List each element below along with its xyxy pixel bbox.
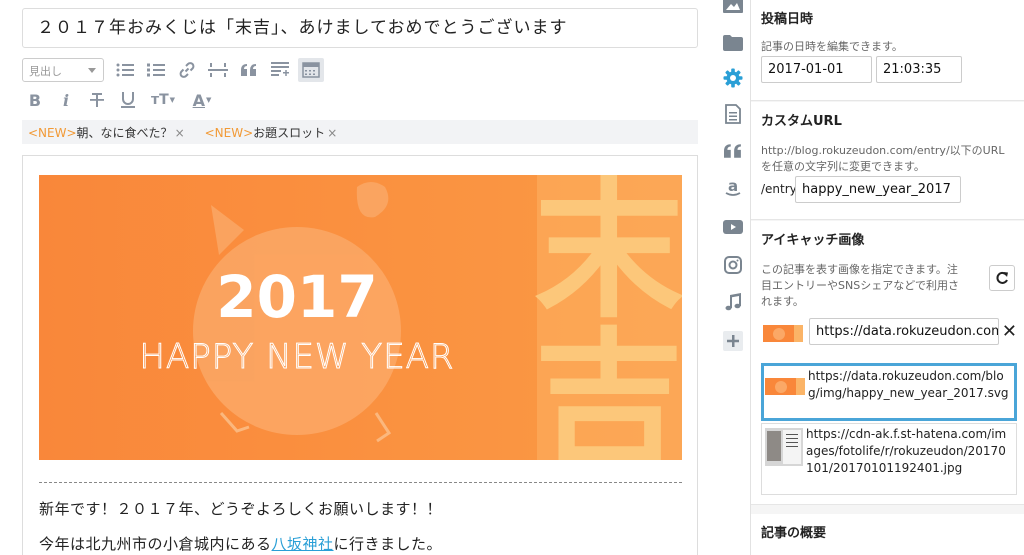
tag-label: 朝、なに食べた？	[76, 125, 173, 140]
refresh-icon	[996, 271, 1008, 284]
toolbar-row-2: B i тT ▼ A ▼	[22, 87, 224, 113]
page-break-icon[interactable]	[205, 58, 231, 82]
eyecatch-thumbnail	[763, 325, 803, 342]
italic-label: i	[62, 90, 70, 110]
eyecatch-section: アイキャッチ画像 この記事を表す画像を指定できます。注目エントリーやSNSシェア…	[751, 221, 1024, 505]
gear-icon[interactable]	[722, 67, 744, 89]
font-color-button[interactable]: A ▼	[185, 88, 219, 112]
candidate-url: https://data.rokuzeudon.com/blog/img/hap…	[808, 369, 1009, 400]
eyecatch-candidate[interactable]: https://data.rokuzeudon.com/blog/img/hap…	[761, 363, 1017, 421]
candidate-thumbnail	[765, 428, 803, 466]
tool-rail: a	[716, 0, 750, 555]
tag-new-badge: <NEW>	[28, 125, 77, 140]
tag-label: お題スロット	[253, 125, 326, 140]
quote-icon[interactable]	[236, 58, 262, 82]
tag-item[interactable]: <NEW>朝、なに食べた？ ×	[28, 124, 185, 141]
instagram-icon[interactable]	[722, 254, 744, 276]
bold-label: B	[28, 90, 42, 110]
numbered-list-icon[interactable]	[143, 58, 169, 82]
title-input[interactable]: ２０１７年おみくじは「末吉」、あけましておめでとうございます	[22, 8, 698, 48]
link-icon[interactable]	[174, 58, 200, 82]
toolbar-row-1: 見出し	[22, 57, 329, 83]
hero-image: 末 吉 2017 HAPPY NEW YEAR	[39, 175, 682, 460]
post-date-section: 投稿日時 記事の日時を編集できます。 2017-01-01 21:03:35	[751, 0, 1024, 101]
post-date-desc: 記事の日時を編集できます。	[761, 40, 903, 53]
summary-title: 記事の概要	[761, 526, 827, 541]
tag-remove-icon[interactable]: ×	[327, 126, 337, 140]
font-color-label: A	[192, 90, 205, 110]
svg-text:a: a	[728, 178, 738, 195]
body-text: に行きました。	[333, 535, 443, 553]
editor-pane: ２０１７年おみくじは「末吉」、あけましておめでとうございます 見出し B i т…	[0, 0, 716, 555]
hero-fortune-char-2: 吉	[534, 315, 682, 460]
document-icon[interactable]	[722, 103, 744, 125]
tag-item[interactable]: <NEW>お題スロット ×	[205, 124, 338, 141]
eyecatch-url-input[interactable]: https://data.rokuzeudon.com/b	[809, 318, 999, 345]
eyecatch-remove-icon[interactable]: ✕	[1002, 321, 1017, 342]
custom-url-input[interactable]: happy_new_year_2017	[795, 176, 961, 203]
eyecatch-desc: この記事を表す画像を指定できます。注目エントリーやSNSシェアなどで利用されます…	[761, 263, 959, 308]
body-text: 今年は北九州市の小倉城内にある	[39, 535, 272, 553]
content-area[interactable]: 末 吉 2017 HAPPY NEW YEAR 新年です！２０１７年、どうぞよろ…	[22, 155, 698, 555]
candidate-url: https://cdn-ak.f.st-hatena.com/images/fo…	[806, 427, 1007, 475]
body-paragraph-2: 今年は北九州市の小倉城内にある八坂神社に行きました。	[39, 533, 442, 554]
post-date-input[interactable]: 2017-01-01	[761, 56, 872, 83]
footnote-icon[interactable]	[267, 58, 293, 82]
hero-year: 2017	[216, 263, 377, 331]
music-icon[interactable]	[722, 291, 744, 313]
font-color-caret-icon: ▼	[206, 96, 212, 104]
quote-icon[interactable]	[722, 140, 744, 162]
summary-section: 記事の概要	[751, 514, 1024, 555]
candidate-thumbnail	[765, 378, 805, 395]
amazon-icon[interactable]: a	[722, 177, 744, 199]
bold-button[interactable]: B	[22, 88, 48, 112]
heading-select[interactable]: 見出し	[22, 58, 104, 82]
font-size-label: тT	[150, 92, 169, 108]
bullet-list-icon[interactable]	[112, 58, 138, 82]
underline-icon[interactable]	[115, 88, 141, 112]
custom-url-title: カスタムURL	[761, 114, 842, 129]
more-separator	[39, 482, 682, 483]
post-time-input[interactable]: 21:03:35	[876, 56, 962, 83]
tag-remove-icon[interactable]: ×	[175, 126, 185, 140]
hero-greeting: HAPPY NEW YEAR	[139, 337, 454, 377]
photo-icon[interactable]	[722, 0, 744, 16]
tags-bar: <NEW>朝、なに食べた？ × <NEW>お題スロット ×	[22, 120, 698, 144]
font-size-button[interactable]: тT ▼	[146, 88, 180, 112]
refresh-button[interactable]	[989, 265, 1015, 291]
strikethrough-icon[interactable]	[84, 88, 110, 112]
youtube-icon[interactable]	[722, 216, 744, 238]
shrine-link[interactable]: 八坂神社	[272, 535, 334, 553]
settings-sidebar: 投稿日時 記事の日時を編集できます。 2017-01-01 21:03:35 カ…	[750, 0, 1024, 555]
post-date-title: 投稿日時	[761, 12, 814, 27]
font-size-caret-icon: ▼	[169, 96, 176, 104]
eyecatch-title: アイキャッチ画像	[761, 233, 865, 248]
table-icon[interactable]	[298, 58, 324, 82]
folder-icon[interactable]	[722, 32, 744, 54]
tag-new-badge: <NEW>	[204, 125, 254, 140]
eyecatch-candidate[interactable]: https://cdn-ak.f.st-hatena.com/images/fo…	[761, 423, 1017, 495]
custom-url-desc: http://blog.rokuzeudon.com/entry/以下のURLを…	[761, 144, 1005, 173]
body-paragraph-1: 新年です！２０１７年、どうぞよろしくお願いします！！	[39, 500, 443, 518]
italic-button[interactable]: i	[53, 88, 79, 112]
custom-url-section: カスタムURL http://blog.rokuzeudon.com/entry…	[751, 102, 1024, 220]
plus-icon[interactable]	[722, 330, 744, 352]
